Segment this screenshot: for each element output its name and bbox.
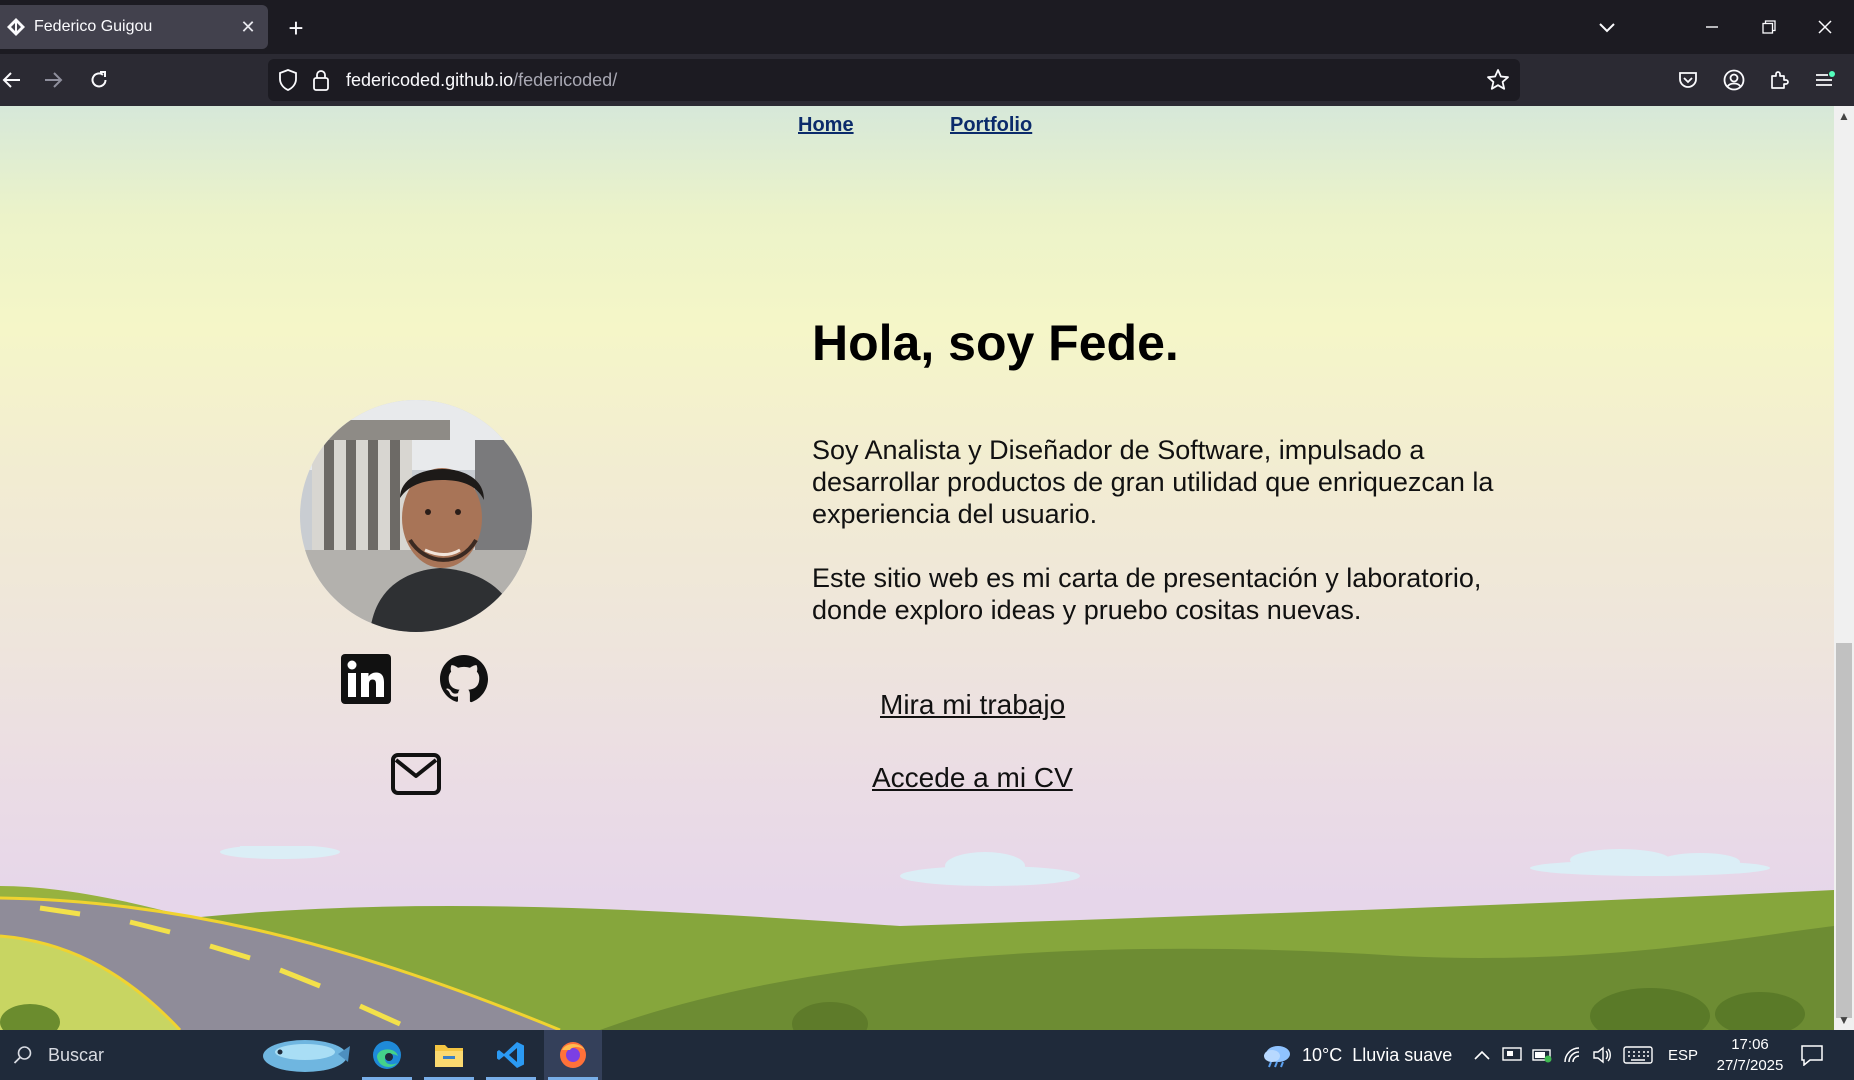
site-favicon-icon (7, 18, 25, 36)
restore-button[interactable] (1740, 0, 1798, 54)
site-description-paragraph: Este sitio web es mi carta de presentaci… (812, 563, 1482, 625)
minimize-icon (1706, 26, 1718, 28)
arrow-right-icon (45, 72, 63, 88)
clock-time: 17:06 (1731, 1036, 1769, 1053)
url-path: /federicoded/ (513, 69, 618, 90)
hamburger-menu-icon (1816, 71, 1835, 86)
tab-close-icon[interactable]: ✕ (234, 13, 262, 41)
close-window-button[interactable] (1796, 0, 1854, 54)
back-button[interactable] (0, 62, 30, 98)
taskbar-vscode[interactable] (482, 1030, 540, 1080)
battery-icon (1532, 1049, 1552, 1063)
account-icon (1723, 69, 1745, 91)
windows-taskbar: Buscar 10°C Lluvia suave ESP 17:06 27/7/… (0, 1030, 1854, 1080)
browser-tab[interactable]: Federico Guigou ✕ (0, 5, 268, 49)
tray-icon-keyboard[interactable] (1623, 1030, 1653, 1080)
list-all-tabs-button[interactable] (1590, 12, 1624, 44)
linkedin-icon[interactable] (340, 653, 392, 705)
rain-cloud-icon (1264, 1046, 1290, 1068)
display-settings-icon (1502, 1047, 1522, 1061)
nav-link-home[interactable]: Home (798, 114, 854, 137)
edge-icon (373, 1041, 401, 1069)
taskbar-edge[interactable] (358, 1030, 416, 1080)
app-menu-button[interactable] (1806, 62, 1842, 98)
notifications-button[interactable] (1800, 1030, 1824, 1080)
navigation-toolbar: federicoded.github.io/federicoded/ (0, 54, 1854, 106)
tab-bar: Federico Guigou ✕ + (0, 0, 1854, 54)
intro-paragraph: Soy Analista y Diseñador de Software, im… (812, 435, 1494, 529)
search-highlight-icon[interactable] (258, 1032, 352, 1078)
github-icon[interactable] (438, 653, 490, 705)
tab-title: Federico Guigou (34, 18, 153, 35)
page-title: Hola, soy Fede. (812, 315, 1179, 371)
tray-icon-display[interactable] (1502, 1030, 1522, 1080)
language-indicator[interactable]: ESP (1668, 1030, 1698, 1080)
account-button[interactable] (1716, 62, 1752, 98)
vscode-icon (497, 1042, 524, 1068)
mail-icon[interactable] (390, 752, 442, 796)
pocket-button[interactable] (1670, 62, 1706, 98)
search-placeholder: Buscar (48, 1044, 105, 1065)
landscape-illustration (0, 846, 1834, 1030)
scrollbar-thumb[interactable] (1836, 643, 1852, 1018)
arrow-left-icon (2, 72, 20, 88)
scroll-up-arrow-icon[interactable]: ▲ (1834, 106, 1854, 126)
page-viewport: Home Portfolio Hola, soy Fede. Soy Anali… (0, 106, 1834, 1030)
clock-date: 27/7/2025 (1716, 1057, 1784, 1074)
speaker-icon (1593, 1046, 1611, 1064)
restore-icon (1762, 20, 1776, 34)
weather-widget[interactable]: 10°C Lluvia suave (1262, 1030, 1452, 1080)
notification-icon (1801, 1045, 1823, 1066)
cv-link[interactable]: Accede a mi CV (872, 762, 1073, 794)
forward-button[interactable] (35, 62, 71, 98)
pocket-icon (1679, 72, 1697, 88)
folder-icon (435, 1045, 463, 1067)
address-bar[interactable]: federicoded.github.io/federicoded/ (268, 59, 1520, 101)
chevron-down-icon (1599, 23, 1615, 33)
url-host: federicoded.github.io (346, 69, 514, 90)
taskbar-file-explorer[interactable] (420, 1030, 478, 1080)
view-work-link[interactable]: Mira mi trabajo (880, 689, 1065, 721)
extensions-button[interactable] (1761, 62, 1797, 98)
scroll-down-arrow-icon[interactable]: ▼ (1834, 1010, 1854, 1030)
wifi-icon (1564, 1047, 1580, 1063)
weather-text: 10°C Lluvia suave (1302, 1044, 1453, 1065)
tray-icon-network[interactable] (1563, 1030, 1583, 1080)
tray-icon-volume[interactable] (1592, 1030, 1612, 1080)
minimize-button[interactable] (1683, 0, 1741, 54)
firefox-icon (560, 1042, 586, 1068)
taskbar-clock[interactable]: 17:06 27/7/2025 (1700, 1034, 1800, 1076)
profile-photo (300, 400, 532, 632)
nav-link-portfolio[interactable]: Portfolio (950, 114, 1032, 137)
avatar (300, 400, 532, 632)
close-icon (1818, 20, 1832, 34)
show-hidden-icons-button[interactable] (1474, 1030, 1490, 1080)
taskbar-firefox[interactable] (544, 1030, 602, 1080)
puzzle-icon (1771, 71, 1789, 89)
reload-button[interactable] (81, 62, 117, 98)
keyboard-icon (1623, 1046, 1653, 1064)
chevron-up-icon (1474, 1050, 1490, 1060)
lock-icon[interactable] (310, 68, 332, 92)
reload-icon (91, 71, 107, 88)
tracking-shield-icon[interactable] (276, 68, 300, 92)
new-tab-button[interactable]: + (280, 12, 312, 44)
search-icon (13, 1046, 32, 1064)
url-text[interactable]: federicoded.github.io/federicoded/ (346, 70, 617, 91)
page-scrollbar[interactable]: ▲ ▼ (1834, 106, 1854, 1030)
bookmark-star-icon[interactable] (1484, 66, 1512, 94)
tray-icon-battery[interactable] (1532, 1030, 1554, 1080)
